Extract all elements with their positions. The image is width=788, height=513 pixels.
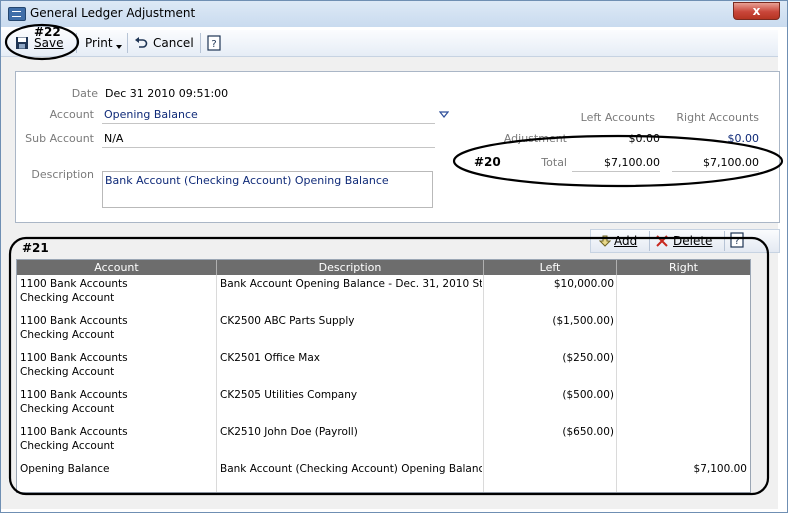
annotation-label-total: #20 bbox=[474, 155, 501, 169]
annotation-overlay bbox=[4, 23, 784, 496]
annotation-ellipse-total bbox=[452, 134, 784, 188]
annotation-label-grid: #21 bbox=[22, 241, 49, 255]
annotation-box-grid bbox=[8, 236, 770, 496]
annotation-label-save: #22 bbox=[34, 25, 61, 39]
